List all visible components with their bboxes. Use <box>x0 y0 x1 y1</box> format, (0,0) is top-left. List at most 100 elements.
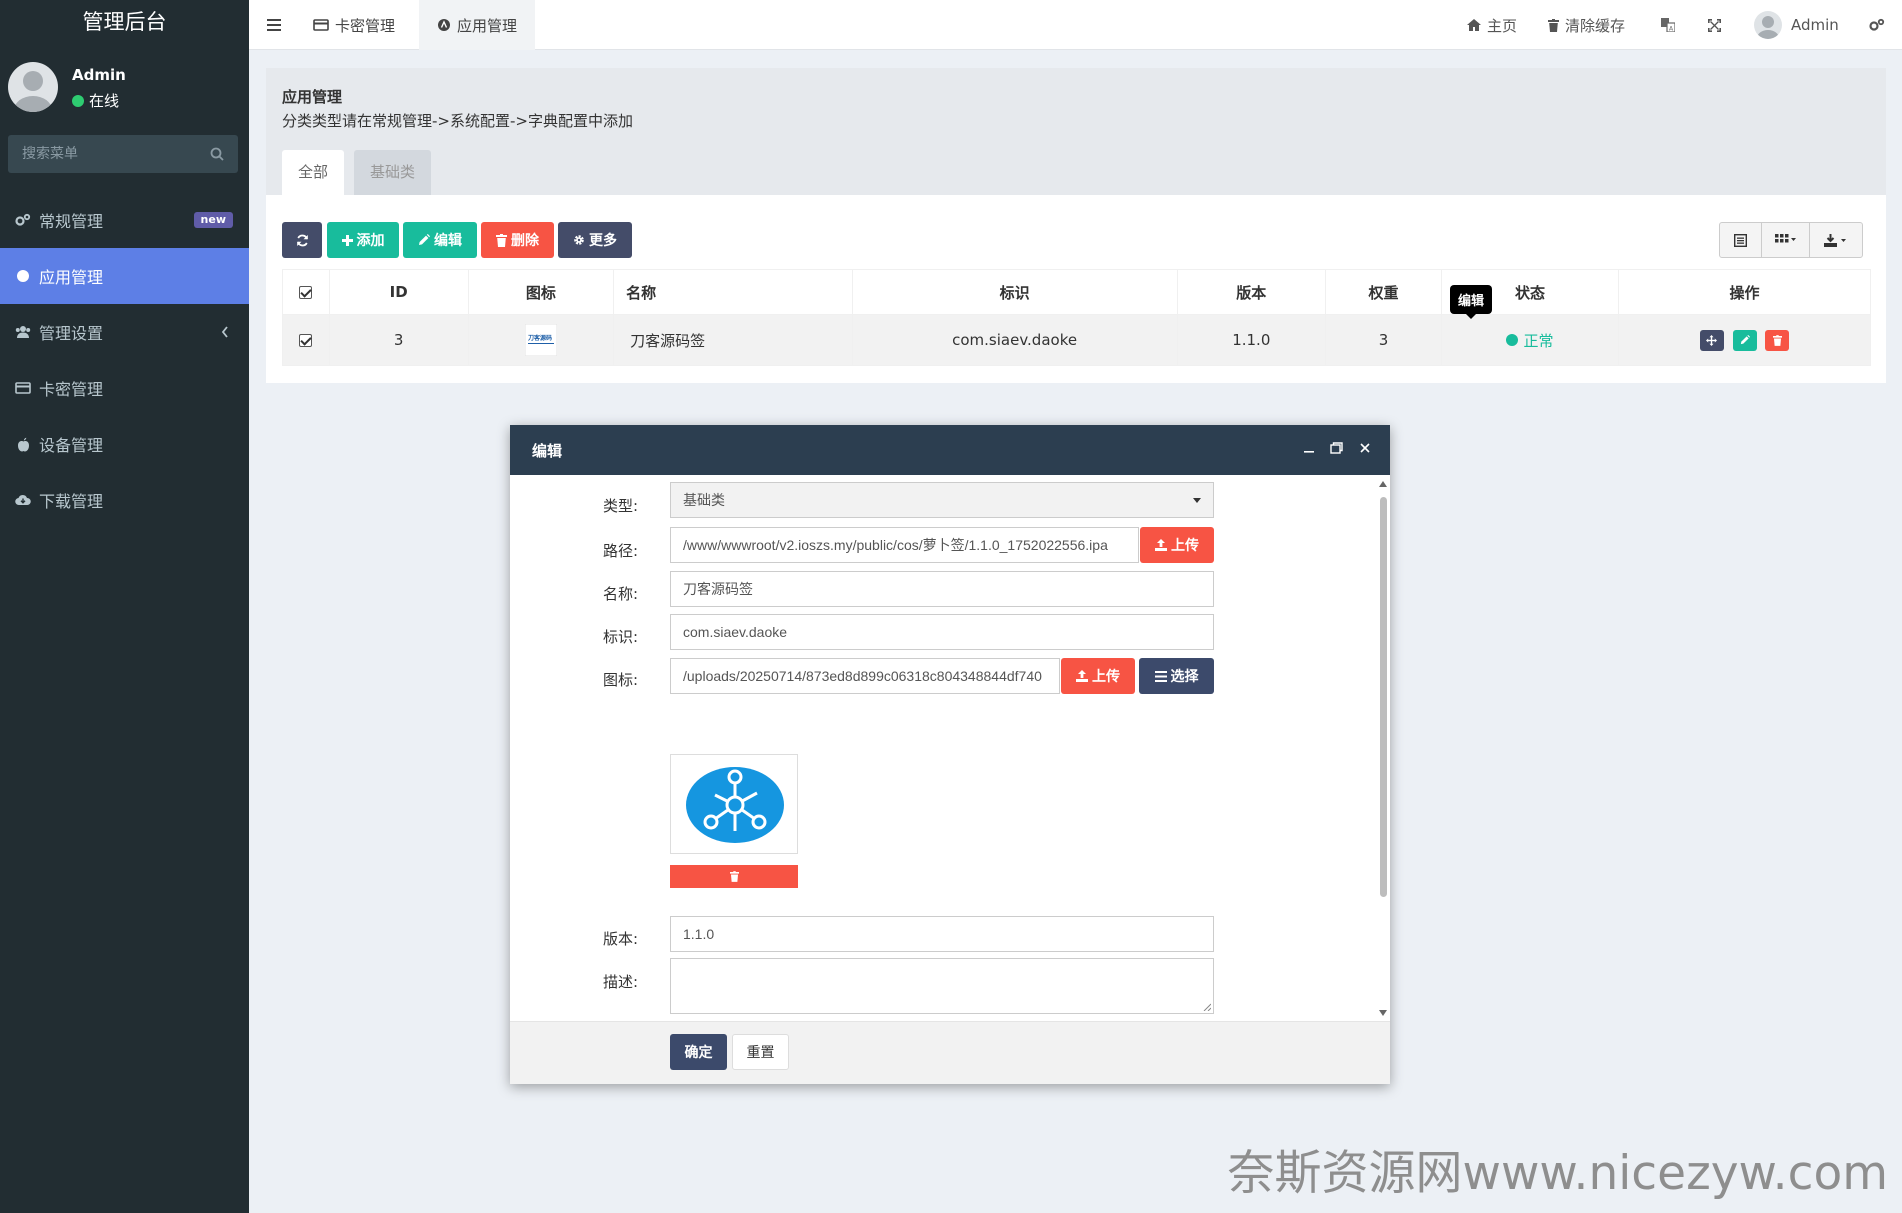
sidebar-item-cards[interactable]: 卡密管理 <box>0 360 249 416</box>
sidebar-item-apps[interactable]: 应用管理 <box>0 248 249 304</box>
delete-button[interactable]: 删除 <box>481 222 554 258</box>
drag-sort-button[interactable] <box>1699 329 1724 351</box>
icon-upload-button[interactable]: 上传 <box>1061 658 1135 694</box>
menu-toggle-icon[interactable] <box>267 0 281 50</box>
dialog-scrollbar[interactable] <box>1377 475 1389 1021</box>
column-header[interactable]: 版本 <box>1176 269 1327 315</box>
table-header-row: ID 图标 名称 标识 版本 权重 状态 操作 <box>282 269 1871 315</box>
menu-search[interactable] <box>8 135 238 173</box>
icon-delete-button[interactable] <box>670 865 798 888</box>
maximize-icon[interactable] <box>1330 442 1343 454</box>
row-checkbox[interactable] <box>282 314 330 366</box>
settings-gears-icon[interactable] <box>1869 0 1885 50</box>
toggle-view-button[interactable] <box>1720 223 1762 257</box>
identifier-input[interactable]: com.siaev.daoke <box>670 614 1214 650</box>
app-icon-thumbnail[interactable]: 刀客源码 <box>524 324 557 356</box>
cell-weight: 3 <box>1325 314 1442 366</box>
row-edit-button[interactable] <box>1732 329 1757 351</box>
column-header[interactable]: ID <box>328 269 469 315</box>
cloud-download-icon <box>15 492 31 508</box>
gears-icon <box>15 212 31 228</box>
app-logo[interactable]: 管理后台 <box>0 0 249 46</box>
home-label: 主页 <box>1487 16 1518 35</box>
type-select[interactable]: 基础类 <box>670 482 1214 518</box>
minimize-icon[interactable] <box>1303 442 1315 454</box>
page-title: 应用管理 <box>282 88 343 106</box>
table-panel: 添加 编辑 删除 更多 ID 图标 名称 标识 版本 权重 状态 操作 3 刀客… <box>266 195 1886 383</box>
user-status: 在线 <box>72 90 119 111</box>
new-badge: new <box>193 212 233 228</box>
confirm-button[interactable]: 确定 <box>670 1034 727 1070</box>
list-icon <box>1154 670 1167 682</box>
resize-handle-icon[interactable] <box>1203 1003 1211 1011</box>
more-button[interactable]: 更多 <box>558 222 632 258</box>
home-link[interactable]: 主页 <box>1467 0 1517 50</box>
icon-path-input[interactable]: /uploads/20250714/873ed8d899c06318c80434… <box>670 658 1060 694</box>
avatar <box>8 62 58 112</box>
upload-icon <box>1155 539 1167 551</box>
credit-card-icon <box>313 19 329 31</box>
refresh-button[interactable] <box>282 222 322 258</box>
circle-icon <box>15 268 31 284</box>
chevron-left-icon[interactable] <box>221 326 229 338</box>
sidebar-item-downloads[interactable]: 下载管理 <box>0 472 249 528</box>
user-menu[interactable]: Admin <box>1754 0 1839 50</box>
identifier-label: 标识: <box>602 628 638 646</box>
trash-icon <box>496 233 507 247</box>
scroll-up-icon[interactable] <box>1379 481 1387 487</box>
search-input[interactable] <box>8 135 238 173</box>
clear-cache-link[interactable]: 清除缓存 <box>1548 0 1625 50</box>
cell-actions <box>1618 314 1871 366</box>
icon-preview[interactable] <box>670 754 798 854</box>
cell-id: 3 <box>328 314 469 366</box>
path-input[interactable]: /www/wwwroot/v2.ioszs.my/public/cos/萝卜签/… <box>670 527 1139 563</box>
plus-icon <box>341 234 353 246</box>
dialog-header[interactable]: 编辑 <box>510 425 1390 475</box>
search-icon[interactable] <box>210 147 224 161</box>
credit-card-icon <box>15 380 31 396</box>
cell-name: 刀客源码签 <box>613 314 853 366</box>
column-header[interactable]: 名称 <box>613 269 853 315</box>
sidebar-item-label: 卡密管理 <box>39 380 104 399</box>
users-icon <box>15 324 31 340</box>
edit-label: 编辑 <box>434 233 462 249</box>
edit-button[interactable]: 编辑 <box>403 222 477 258</box>
reset-button[interactable]: 重置 <box>732 1034 789 1070</box>
more-label: 更多 <box>589 233 617 249</box>
add-button[interactable]: 添加 <box>327 222 399 258</box>
delete-label: 删除 <box>511 233 539 249</box>
scroll-down-icon[interactable] <box>1379 1010 1387 1016</box>
language-icon[interactable]: A <box>1661 0 1675 50</box>
column-header[interactable]: 权重 <box>1325 269 1442 315</box>
fullscreen-icon[interactable] <box>1708 0 1721 50</box>
sidebar-item-label: 下载管理 <box>39 492 104 511</box>
sidebar-item-admin-settings[interactable]: 管理设置 <box>0 304 249 360</box>
columns-button[interactable] <box>1762 223 1810 257</box>
path-label: 路径: <box>602 542 638 560</box>
icon-choose-button[interactable]: 选择 <box>1139 658 1214 694</box>
description-textarea[interactable] <box>670 958 1214 1014</box>
path-upload-button[interactable]: 上传 <box>1140 527 1214 563</box>
tab-basic[interactable]: 基础类 <box>354 150 432 195</box>
export-button[interactable] <box>1810 223 1862 257</box>
scroll-thumb[interactable] <box>1380 497 1387 897</box>
refresh-icon <box>296 234 309 247</box>
cell-icon[interactable]: 刀客源码 <box>467 314 615 366</box>
tab-apps[interactable]: 应用管理 <box>419 0 536 50</box>
name-input[interactable]: 刀客源码签 <box>670 571 1214 607</box>
content-header: 应用管理 分类类型请在常规管理->系统配置->字典配置中添加 全部 基础类 <box>266 68 1886 195</box>
tab-cards[interactable]: 卡密管理 <box>297 0 411 50</box>
close-icon[interactable] <box>1359 442 1371 454</box>
version-input[interactable]: 1.1.0 <box>670 916 1214 952</box>
tab-all[interactable]: 全部 <box>282 150 345 195</box>
table-row[interactable]: 3 刀客源码 刀客源码签 com.siaev.daoke 1.1.0 3 正常 <box>282 314 1871 366</box>
select-all-checkbox[interactable] <box>282 269 330 315</box>
row-delete-button[interactable] <box>1765 329 1790 351</box>
dialog-title: 编辑 <box>532 442 563 460</box>
apple-icon <box>15 436 31 452</box>
sidebar-item-devices[interactable]: 设备管理 <box>0 416 249 472</box>
sidebar-item-general[interactable]: 常规管理 new <box>0 192 249 248</box>
type-value: 基础类 <box>683 492 725 508</box>
edit-dialog: 编辑 类型: 基础类 路径: /www/wwwroot/v2.ioszs.my/… <box>510 425 1390 1084</box>
column-header[interactable]: 标识 <box>851 269 1178 315</box>
